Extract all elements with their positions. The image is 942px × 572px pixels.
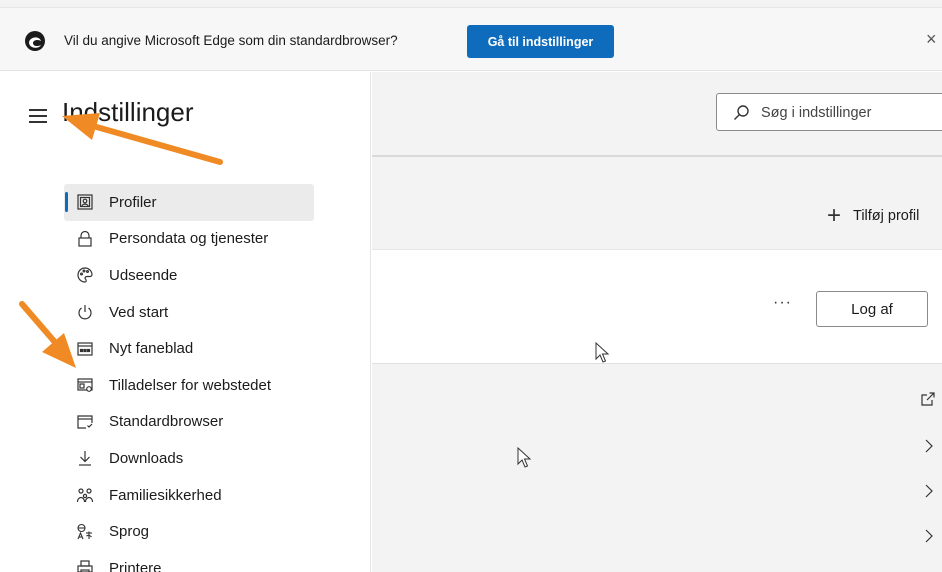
sidebar-item-label: Familiesikkerhed	[109, 486, 222, 504]
new-tab-icon	[76, 340, 94, 358]
sidebar-item-printers[interactable]: Printere	[64, 550, 314, 572]
sidebar-item-label: Profiler	[109, 193, 157, 211]
power-icon	[76, 303, 94, 321]
family-icon	[76, 486, 94, 504]
sidebar-item-label: Nyt faneblad	[109, 340, 194, 358]
sidebar-item-downloads[interactable]: Downloads	[64, 440, 314, 477]
sidebar-item-startup[interactable]: Ved start	[64, 294, 314, 331]
mouse-cursor-icon	[595, 342, 610, 363]
mouse-cursor-icon	[517, 447, 532, 468]
settings-sidebar: Indstillinger Profiler Persondata og tje…	[0, 72, 371, 572]
printer-icon	[76, 559, 94, 572]
sidebar-item-label: Tilladelser for webstedet	[109, 376, 272, 394]
chevron-right-icon[interactable]	[924, 438, 934, 454]
language-icon	[76, 523, 94, 541]
sidebar-item-label: Udseende	[109, 266, 178, 284]
close-icon[interactable]: ×	[926, 30, 942, 48]
add-profile-label: Tilføj profil	[853, 208, 920, 224]
sidebar-item-appearance[interactable]: Udseende	[64, 257, 314, 294]
palette-icon	[76, 266, 94, 284]
settings-search[interactable]	[716, 93, 942, 131]
header-divider	[372, 155, 942, 157]
sidebar-item-label: Sprog	[109, 523, 150, 541]
hamburger-menu-icon[interactable]	[29, 109, 47, 123]
search-input[interactable]	[761, 102, 931, 124]
search-icon	[734, 105, 749, 120]
default-browser-banner: Vil du angive Microsoft Edge som din sta…	[0, 8, 942, 71]
site-permissions-icon	[76, 376, 94, 394]
tab-strip	[0, 0, 942, 8]
download-icon	[76, 449, 94, 467]
sidebar-item-label: Printere	[109, 559, 162, 572]
settings-content: + Tilføj profil ··· Log af	[372, 72, 942, 572]
lock-icon	[76, 230, 94, 248]
banner-message: Vil du angive Microsoft Edge som din sta…	[64, 33, 398, 48]
profile-icon	[76, 193, 94, 211]
log-out-button[interactable]: Log af	[816, 291, 928, 327]
sidebar-item-new-tab[interactable]: Nyt faneblad	[64, 330, 314, 367]
sidebar-item-privacy[interactable]: Persondata og tjenester	[64, 221, 314, 258]
sidebar-item-label: Ved start	[109, 303, 169, 321]
more-options-icon[interactable]: ···	[773, 294, 792, 312]
sidebar-item-family-safety[interactable]: Familiesikkerhed	[64, 477, 314, 514]
settings-nav: Profiler Persondata og tjenester Udseend…	[64, 184, 314, 572]
sidebar-item-label: Persondata og tjenester	[109, 230, 269, 248]
profile-card: ··· Log af	[372, 249, 942, 364]
sidebar-item-site-permissions[interactable]: Tilladelser for webstedet	[64, 367, 314, 404]
default-browser-icon	[76, 413, 94, 431]
plus-icon: +	[827, 202, 842, 229]
sidebar-item-label: Standardbrowser	[109, 413, 224, 431]
sidebar-item-languages[interactable]: Sprog	[64, 513, 314, 550]
chevron-right-icon[interactable]	[924, 483, 934, 499]
sidebar-item-label: Downloads	[109, 449, 184, 467]
settings-page: Vil du angive Microsoft Edge som din sta…	[0, 0, 942, 572]
sidebar-item-default-browser[interactable]: Standardbrowser	[64, 404, 314, 441]
sidebar-item-profiles[interactable]: Profiler	[64, 184, 314, 221]
go-to-settings-button[interactable]: Gå til indstillinger	[467, 25, 614, 58]
add-profile-button[interactable]: + Tilføj profil	[827, 204, 919, 228]
page-title: Indstillinger	[62, 97, 194, 127]
external-link-icon[interactable]	[920, 391, 936, 407]
chevron-right-icon[interactable]	[924, 528, 934, 544]
edge-logo-icon	[25, 31, 45, 51]
